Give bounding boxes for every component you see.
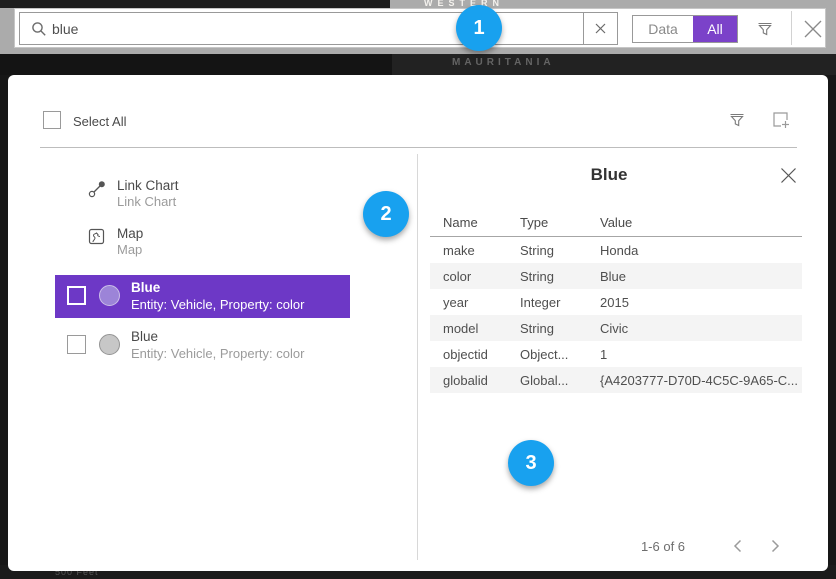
cell-type: Integer xyxy=(520,295,600,310)
table-row: model String Civic xyxy=(430,315,802,341)
callout-badge-1: 1 xyxy=(456,5,502,51)
toolbar-divider xyxy=(791,11,792,45)
cell-name: color xyxy=(430,269,520,284)
cell-type: String xyxy=(520,269,600,284)
detail-close-icon[interactable] xyxy=(777,164,799,186)
result-link-chart-subtitle: Link Chart xyxy=(117,194,176,209)
select-all-label: Select All xyxy=(73,114,126,129)
header-divider xyxy=(40,147,797,148)
cell-name: objectid xyxy=(430,347,520,362)
cell-type: Global... xyxy=(520,373,600,388)
search-results-panel: Select All Link Chart Link Chart Map Map… xyxy=(8,75,828,571)
result-checkbox[interactable] xyxy=(67,286,86,305)
map-region-label: MAURITANIA xyxy=(452,57,555,68)
entity-node-icon xyxy=(99,285,120,306)
result-subtitle: Entity: Vehicle, Property: color xyxy=(131,297,304,312)
result-blue-selected[interactable]: Blue Entity: Vehicle, Property: color xyxy=(55,275,350,318)
cell-type: String xyxy=(520,321,600,336)
list-detail-separator xyxy=(417,154,418,560)
header-type: Type xyxy=(520,215,600,230)
table-row: objectid Object... 1 xyxy=(430,341,802,367)
table-row: year Integer 2015 xyxy=(430,289,802,315)
page-previous-icon[interactable] xyxy=(727,536,747,556)
close-search-icon[interactable] xyxy=(801,17,825,41)
map-background-mid xyxy=(0,54,836,75)
clear-search-button[interactable] xyxy=(583,13,617,44)
result-title: Blue xyxy=(131,329,158,344)
result-map-title[interactable]: Map xyxy=(117,226,143,241)
data-all-toggle: Data All xyxy=(632,15,738,43)
app-window: WESTERN MAURITANIA 500 Feet Data All xyxy=(0,0,836,579)
result-blue-unselected[interactable]: Blue Entity: Vehicle, Property: color xyxy=(55,324,350,367)
filter-icon[interactable] xyxy=(754,18,776,40)
cell-value: 2015 xyxy=(600,295,802,310)
toggle-option-all[interactable]: All xyxy=(693,16,737,42)
result-map-subtitle: Map xyxy=(117,242,142,257)
table-header-row: Name Type Value xyxy=(430,208,802,237)
link-chart-icon xyxy=(88,180,106,198)
table-row: color String Blue xyxy=(430,263,802,289)
result-link-chart-title[interactable]: Link Chart xyxy=(117,178,179,193)
cell-value: Honda xyxy=(600,243,802,258)
add-to-selection-icon[interactable] xyxy=(770,109,792,131)
map-region-label-top: WESTERN xyxy=(424,0,504,8)
cell-name: globalid xyxy=(430,373,520,388)
entity-node-icon xyxy=(99,334,120,355)
cell-value: Civic xyxy=(600,321,802,336)
table-row: globalid Global... {A4203777-D70D-4C5C-9… xyxy=(430,367,802,393)
search-box[interactable] xyxy=(19,12,618,45)
cell-name: year xyxy=(430,295,520,310)
table-row: make String Honda xyxy=(430,237,802,263)
map-icon xyxy=(88,228,105,245)
cell-value: {A4203777-D70D-4C5C-9A65-C... xyxy=(600,373,802,388)
cell-type: Object... xyxy=(520,347,600,362)
result-title: Blue xyxy=(131,280,160,295)
pagination-label: 1-6 of 6 xyxy=(608,539,718,554)
search-toolbar: Data All xyxy=(14,8,826,48)
cell-type: String xyxy=(520,243,600,258)
result-subtitle: Entity: Vehicle, Property: color xyxy=(131,346,304,361)
cell-name: make xyxy=(430,243,520,258)
callout-badge-3: 3 xyxy=(508,440,554,486)
attributes-table: Name Type Value make String Honda color … xyxy=(430,208,802,393)
page-next-icon[interactable] xyxy=(765,536,785,556)
cell-value: 1 xyxy=(600,347,802,362)
results-filter-icon[interactable] xyxy=(726,109,748,131)
cell-name: model xyxy=(430,321,520,336)
search-icon xyxy=(31,21,47,37)
header-name: Name xyxy=(430,215,520,230)
map-dark-area xyxy=(0,0,390,8)
header-value: Value xyxy=(600,215,802,230)
cell-value: Blue xyxy=(600,269,802,284)
toggle-option-data[interactable]: Data xyxy=(633,16,693,42)
select-all-checkbox[interactable] xyxy=(43,111,61,129)
detail-title: Blue xyxy=(417,165,801,185)
callout-badge-2: 2 xyxy=(363,191,409,237)
result-checkbox[interactable] xyxy=(67,335,86,354)
